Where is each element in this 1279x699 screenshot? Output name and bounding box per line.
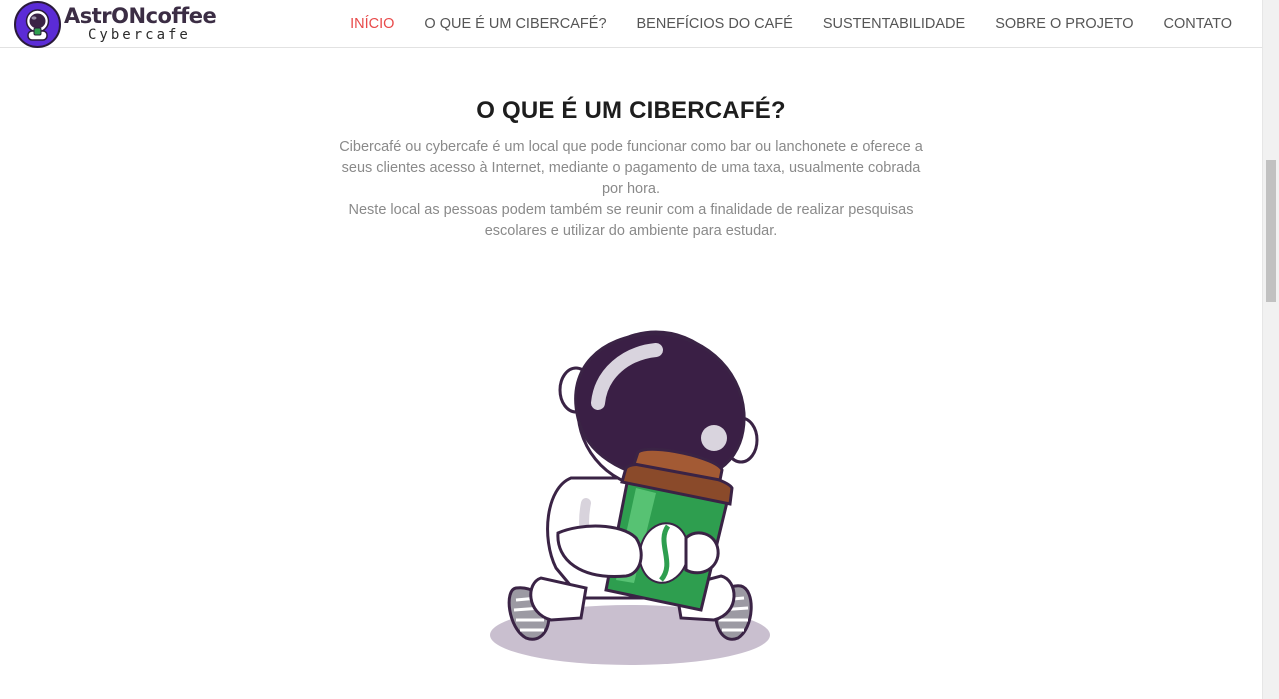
nav-item-beneficios-do-cafe[interactable]: BENEFÍCIOS DO CAFÉ [637, 16, 793, 32]
brand-subtitle: Cybercafe [88, 27, 191, 43]
astronaut-coffee-illustration [490, 330, 770, 665]
page: AstrONcoffee Cybercafe INÍCIO O QUE É UM… [0, 0, 1262, 699]
nav-item-sustentabilidade[interactable]: SUSTENTABILIDADE [823, 16, 965, 32]
astronaut-logo-icon [14, 1, 61, 48]
scrollbar-thumb[interactable] [1266, 160, 1276, 302]
main-nav: INÍCIO O QUE É UM CIBERCAFÉ? BENEFÍCIOS … [350, 0, 1232, 48]
section-title: O QUE É UM CIBERCAFÉ? [476, 97, 786, 124]
page-scrollbar[interactable] [1262, 0, 1279, 699]
nav-item-contato[interactable]: CONTATO [1164, 16, 1232, 32]
section-paragraph-2: Neste local as pessoas podem também se r… [348, 202, 914, 239]
nav-item-sobre-o-projeto[interactable]: SOBRE O PROJETO [995, 16, 1133, 32]
nav-item-inicio[interactable]: INÍCIO [350, 16, 394, 32]
navbar: AstrONcoffee Cybercafe INÍCIO O QUE É UM… [0, 0, 1262, 48]
brand-logo[interactable]: AstrONcoffee Cybercafe [14, 1, 229, 48]
section-paragraph-1: Cibercafé ou cybercafe é um local que po… [339, 139, 923, 197]
section-description: Cibercafé ou cybercafe é um local que po… [336, 137, 926, 242]
nav-item-o-que-e-um-cibercafe[interactable]: O QUE É UM CIBERCAFÉ? [424, 16, 606, 32]
brand-title: AstrONcoffee [64, 4, 217, 28]
